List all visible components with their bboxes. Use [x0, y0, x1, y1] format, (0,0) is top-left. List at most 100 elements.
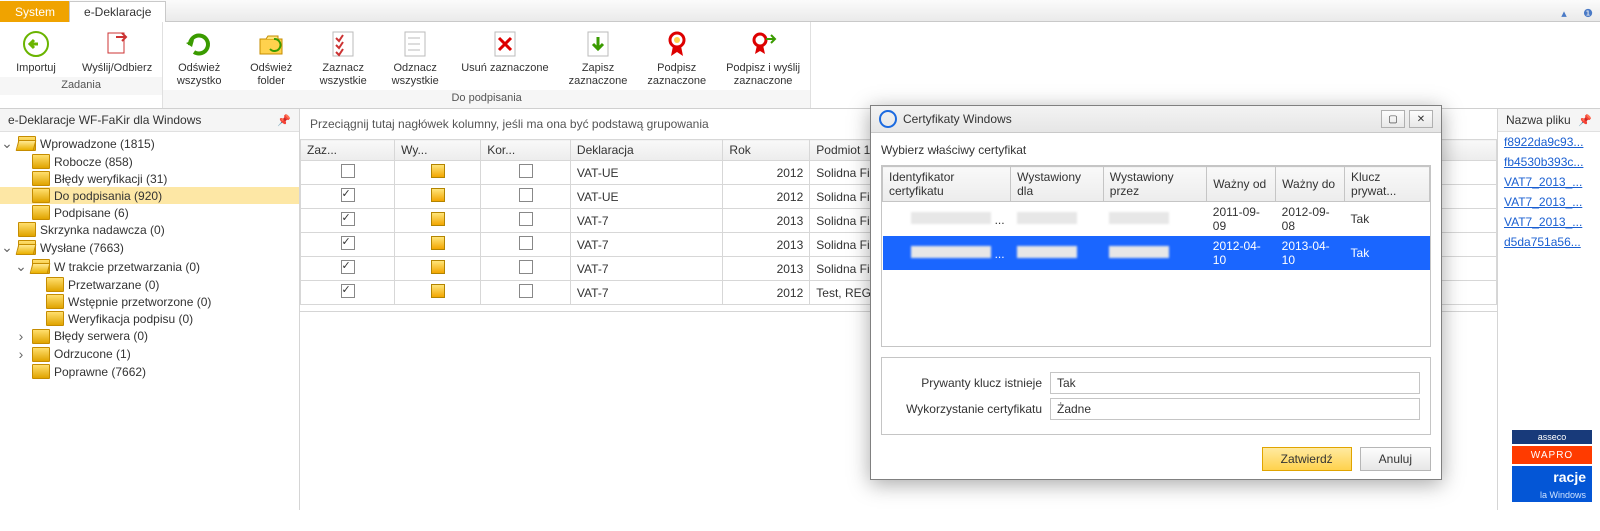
tree-node[interactable]: Skrzynka nadawcza (0): [0, 221, 299, 238]
confirm-button[interactable]: Zatwierdź: [1262, 447, 1352, 471]
checkbox-icon[interactable]: [519, 260, 533, 274]
checkbox-icon[interactable]: [519, 188, 533, 202]
refresh-folder-label: Odświeżfolder: [250, 62, 292, 88]
refresh-all-icon: [183, 28, 215, 60]
grid-header[interactable]: Rok: [723, 140, 810, 161]
tree-node[interactable]: Do podpisania (920): [0, 187, 299, 204]
table-cell: [481, 161, 571, 185]
save-selected-button[interactable]: Zapiszzaznaczone: [559, 22, 638, 90]
tree-node[interactable]: Podpisane (6): [0, 204, 299, 221]
table-cell: [481, 185, 571, 209]
refresh-all-button[interactable]: Odświeżwszystko: [163, 22, 235, 90]
sign-selected-button[interactable]: Podpiszzaznaczone: [637, 22, 716, 90]
folder-icon: [32, 154, 50, 169]
table-cell: [301, 209, 395, 233]
refresh-folder-button[interactable]: Odświeżfolder: [235, 22, 307, 90]
logo-wapro: WAPRO: [1512, 446, 1592, 464]
deselect-all-button[interactable]: Odznaczwszystkie: [379, 22, 451, 90]
cert-cell: ...: [883, 236, 1011, 270]
dialog-maximize-button[interactable]: ▢: [1381, 110, 1405, 128]
file-link[interactable]: VAT7_2013_...: [1498, 212, 1600, 232]
cancel-button[interactable]: Anuluj: [1360, 447, 1431, 471]
folder-tree[interactable]: ⌄ Wprowadzone (1815) Robocze (858)Błędy we…: [0, 132, 299, 510]
table-cell: 2013: [723, 257, 810, 281]
file-link[interactable]: fb4530b393c...: [1498, 152, 1600, 172]
delete-selected-button[interactable]: Usuń zaznaczone: [451, 22, 558, 90]
caret-closed-icon[interactable]: ›: [14, 346, 28, 362]
grid-header[interactable]: Deklaracja: [570, 140, 723, 161]
help-icon[interactable]: ❶: [1580, 5, 1596, 21]
right-pin-icon[interactable]: 📌: [1578, 114, 1592, 127]
checkbox-icon[interactable]: [341, 236, 355, 250]
send-receive-button[interactable]: Wyślij/Odbierz: [72, 22, 162, 77]
cert-grid-header[interactable]: Wystawiony dla: [1011, 167, 1104, 202]
caret-open-icon[interactable]: ⌄: [14, 258, 28, 275]
cert-grid-header[interactable]: Klucz prywat...: [1345, 167, 1430, 202]
checkbox-icon[interactable]: [519, 164, 533, 178]
tab-edeklaracje[interactable]: e-Deklaracje: [69, 1, 166, 22]
checkbox-icon[interactable]: [341, 260, 355, 274]
cert-row[interactable]: ...2012-04-102013-04-10Tak: [883, 236, 1430, 270]
tree-node[interactable]: Wstępnie przetworzone (0): [0, 293, 299, 310]
tree-node[interactable]: Robocze (858): [0, 153, 299, 170]
tree-node[interactable]: ⌄W trakcie przetwarzania (0): [0, 257, 299, 276]
tree-node[interactable]: ›Odrzucone (1): [0, 345, 299, 363]
cert-grid-header[interactable]: Ważny do: [1276, 167, 1345, 202]
cert-grid-header[interactable]: Ważny od: [1207, 167, 1276, 202]
grid-header[interactable]: Wy...: [395, 140, 481, 161]
select-all-button[interactable]: Zaznaczwszystkie: [307, 22, 379, 90]
tree-node[interactable]: ⌄ Wprowadzone (1815): [0, 134, 299, 153]
checkbox-icon[interactable]: [341, 284, 355, 298]
tree-node-label: Wprowadzone (1815): [40, 137, 295, 151]
checkbox-icon[interactable]: [341, 164, 355, 178]
checkbox-icon[interactable]: [341, 212, 355, 226]
tree-node[interactable]: ›Błędy serwera (0): [0, 327, 299, 345]
grid-header[interactable]: Zaz...: [301, 140, 395, 161]
caret-open-icon[interactable]: ⌄: [0, 239, 14, 256]
sign-selected-label: Podpiszzaznaczone: [647, 62, 706, 88]
cert-row[interactable]: ...2011-09-092012-09-08Tak: [883, 202, 1430, 237]
file-link[interactable]: VAT7_2013_...: [1498, 192, 1600, 212]
pin-icon[interactable]: 📌: [277, 114, 291, 127]
file-link[interactable]: f8922da9c93...: [1498, 132, 1600, 152]
right-pane-title: Nazwa pliku: [1506, 113, 1571, 127]
caret-closed-icon[interactable]: ›: [14, 328, 28, 344]
tree-node[interactable]: Poprawne (7662): [0, 363, 299, 380]
deselect-all-icon: [399, 28, 431, 60]
file-link[interactable]: VAT7_2013_...: [1498, 172, 1600, 192]
logo-sub: la Windows: [1512, 488, 1592, 502]
checkbox-icon[interactable]: [519, 284, 533, 298]
tree-node[interactable]: Błędy weryfikacji (31): [0, 170, 299, 187]
import-button[interactable]: Importuj: [0, 22, 72, 77]
table-cell: VAT-7: [570, 209, 723, 233]
checkbox-icon[interactable]: [519, 212, 533, 226]
tree-node[interactable]: Weryfikacja podpisu (0): [0, 310, 299, 327]
status-marker-icon: [431, 164, 445, 178]
cert-cell: 2012-04-10: [1207, 236, 1276, 270]
dialog-close-button[interactable]: ✕: [1409, 110, 1433, 128]
cert-cell: Tak: [1345, 202, 1430, 237]
checkbox-icon[interactable]: [519, 236, 533, 250]
tree-node[interactable]: Przetwarzane (0): [0, 276, 299, 293]
cert-cell: 2011-09-09: [1207, 202, 1276, 237]
caret-open-icon[interactable]: ⌄: [0, 135, 14, 152]
certificates-grid[interactable]: Identyfikator certyfikatuWystawiony dlaW…: [882, 166, 1430, 270]
ribbon-caption-zadania: Zadania: [0, 77, 162, 95]
tab-system[interactable]: System: [0, 1, 70, 22]
file-link[interactable]: d5da751a56...: [1498, 232, 1600, 252]
table-cell: [395, 233, 481, 257]
checkbox-icon[interactable]: [341, 188, 355, 202]
grid-header[interactable]: Kor...: [481, 140, 571, 161]
tree-node[interactable]: ⌄Wysłane (7663): [0, 238, 299, 257]
sign-send-selected-label: Podpisz i wyślijzaznaczone: [726, 62, 800, 88]
cert-grid-header[interactable]: Wystawiony przez: [1103, 167, 1207, 202]
left-pane: e-Deklaracje WF-FaKir dla Windows 📌 ⌄Wpr…: [0, 109, 300, 510]
top-tab-strip: System e-Deklaracje ▴ ❶: [0, 0, 1600, 22]
import-icon: [20, 28, 52, 60]
cert-grid-header[interactable]: Identyfikator certyfikatu: [883, 167, 1011, 202]
ribbon-up-icon[interactable]: ▴: [1556, 5, 1572, 21]
sign-send-selected-button[interactable]: Podpisz i wyślijzaznaczone: [716, 22, 810, 90]
table-cell: [395, 185, 481, 209]
tree-node-label: Wstępnie przetworzone (0): [68, 295, 295, 309]
ribbon-group-do-podpisania: Odświeżwszystko Odświeżfolder Zaznaczwsz…: [163, 22, 811, 108]
